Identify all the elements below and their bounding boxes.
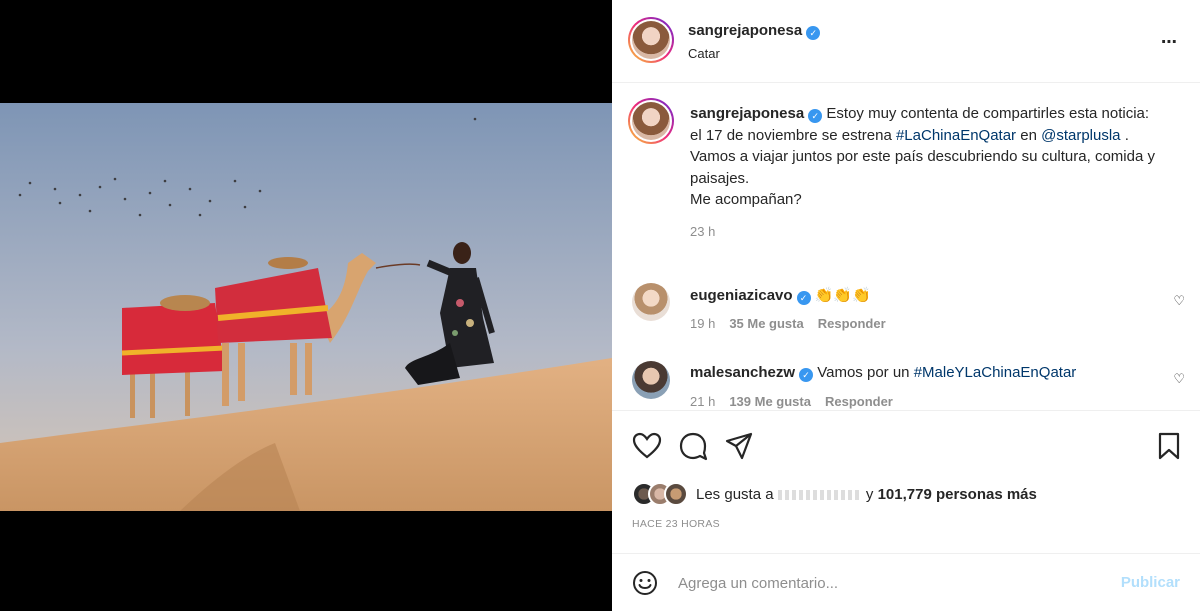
post-modal: sangrejaponesa ✓ Catar ⋯ sangrejaponesa ✓ … (0, 0, 1200, 611)
caption-period: . (1124, 126, 1129, 144)
post-media (0, 0, 612, 611)
verified-icon: ✓ (799, 368, 814, 382)
likes-summary: Les gusta a y 101,779 personas más (632, 481, 1037, 507)
post-header: sangrejaponesa ✓ Catar ⋯ (612, 0, 1200, 83)
comment-author[interactable]: malesanchezw (690, 364, 795, 381)
caption-author-avatar[interactable] (628, 98, 674, 144)
post-actions: Les gusta a y 101,779 personas más HACE … (612, 410, 1200, 560)
caption-time[interactable]: 23 h (690, 221, 1160, 243)
desert-camel-photo (0, 103, 612, 511)
add-comment-bar: Publicar (612, 553, 1200, 611)
comment-reply-button[interactable]: Responder (825, 394, 893, 409)
comment-time[interactable]: 19 h (690, 316, 715, 331)
comment-input[interactable] (678, 570, 1098, 596)
comment-text: 👏👏👏 (814, 287, 871, 304)
caption-hashtag[interactable]: #LaChinaEnQatar (896, 127, 1016, 144)
author-avatar[interactable] (628, 17, 674, 63)
share-icon[interactable] (724, 431, 754, 461)
comment-likes[interactable]: 139 Me gusta (729, 394, 811, 409)
emoji-icon[interactable] (632, 570, 658, 596)
likes-connector: y (865, 485, 874, 503)
comment-item: malesanchezw ✓ Vamos por un #MaleYLaChina… (690, 364, 1076, 382)
caption-author[interactable]: sangrejaponesa (690, 105, 804, 122)
likes-text: Les gusta a y 101,779 personas más (696, 486, 1037, 503)
comment-hashtag[interactable]: #MaleYLaChinaEnQatar (914, 364, 1077, 381)
comment-author[interactable]: eugeniazicavo (690, 287, 793, 304)
comment-item: eugeniazicavo ✓ 👏👏👏 (690, 286, 871, 305)
bookmark-icon[interactable] (1154, 431, 1184, 461)
caption-line-2: Vamos a viajar juntos por este país desc… (690, 148, 1155, 187)
comment-meta: 19 h 35 Me gusta Responder (690, 316, 886, 331)
comment-reply-button[interactable]: Responder (818, 316, 886, 331)
comment-text: Vamos por un (817, 364, 910, 381)
comments-list[interactable]: sangrejaponesa ✓ Estoy muy contenta de co… (612, 84, 1200, 410)
verified-icon: ✓ (808, 109, 823, 123)
comment-like-heart-icon[interactable]: ♡ (1173, 371, 1185, 387)
caption-line-3: Me acompañan? (690, 191, 802, 208)
comment-meta: 21 h 139 Me gusta Responder (690, 394, 893, 409)
liker-avatar[interactable] (664, 482, 688, 506)
verified-icon: ✓ (806, 26, 821, 40)
post-photo[interactable] (0, 103, 612, 511)
comment-avatar[interactable] (632, 361, 670, 399)
comment-avatar[interactable] (632, 283, 670, 321)
comment-icon[interactable] (678, 431, 708, 461)
post-side-panel: sangrejaponesa ✓ Catar ⋯ sangrejaponesa ✓ … (612, 0, 1200, 611)
comment-time[interactable]: 21 h (690, 394, 715, 409)
redacted-username (777, 489, 862, 500)
heart-icon[interactable] (632, 431, 662, 461)
caption-mention[interactable]: @starplusla (1041, 127, 1120, 144)
verified-icon: ✓ (796, 291, 811, 305)
post-timestamp[interactable]: HACE 23 HORAS (632, 518, 720, 530)
post-location[interactable]: Catar (688, 46, 720, 61)
likes-count-link[interactable]: 101,779 personas más (878, 486, 1037, 503)
author-username[interactable]: sangrejaponesa (688, 22, 802, 39)
comment-like-heart-icon[interactable]: ♡ (1173, 293, 1185, 309)
post-caption: sangrejaponesa ✓ Estoy muy contenta de co… (690, 103, 1160, 242)
author-username-link[interactable]: sangrejaponesa ✓ (688, 22, 821, 40)
comment-likes[interactable]: 35 Me gusta (729, 316, 803, 331)
likes-prefix: Les gusta a (696, 485, 774, 503)
caption-text-connector: en (1020, 126, 1037, 144)
more-options-icon[interactable]: ⋯ (1161, 32, 1178, 52)
publish-button[interactable]: Publicar (1121, 574, 1180, 591)
